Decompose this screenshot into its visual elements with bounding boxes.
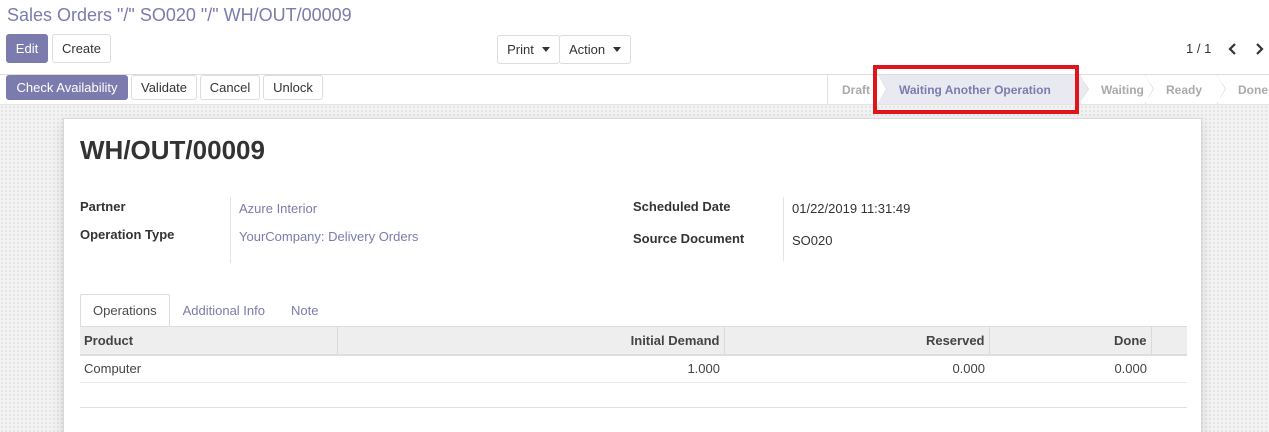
edit-button[interactable]: Edit <box>6 34 48 63</box>
record-title: WH/OUT/00009 <box>80 135 265 165</box>
caret-down-icon <box>613 47 622 52</box>
scheduled-date-value: 01/22/2019 11:31:49 <box>792 201 911 216</box>
tab-note[interactable]: Note <box>278 294 331 327</box>
source-document-label: Source Document <box>633 231 745 246</box>
stage-label: Waiting Another Operation <box>899 82 1051 97</box>
notebook-tabs: Operations Additional Info Note <box>80 294 331 327</box>
pager-next-button[interactable] <box>1251 38 1267 60</box>
stage-label: Waiting <box>1101 82 1144 97</box>
pager-value[interactable]: 1 / 1 <box>1186 41 1211 56</box>
column-header-done[interactable]: Done <box>988 327 1151 356</box>
action-label: Action <box>568 42 606 57</box>
stage-label: Done <box>1238 82 1268 97</box>
action-dropdown[interactable]: Action <box>559 35 631 64</box>
column-header-reserved[interactable]: Reserved <box>723 327 989 356</box>
column-header-spacer <box>1150 327 1187 356</box>
print-label: Print <box>507 42 534 57</box>
scheduled-date-label: Scheduled Date <box>633 199 731 214</box>
cell-initial-demand: 1.000 <box>337 355 724 383</box>
stage-draft: Draft <box>827 75 887 104</box>
pager-previous-button[interactable] <box>1225 38 1241 60</box>
table-row[interactable]: Computer 1.000 0.000 0.000 <box>80 355 1187 383</box>
create-button[interactable]: Create <box>52 34 111 63</box>
check-availability-button[interactable]: Check Availability <box>6 75 128 100</box>
stage-waiting: Waiting <box>1080 75 1154 104</box>
caret-down-icon <box>541 47 550 52</box>
stage-waiting-another-operation: Waiting Another Operation <box>878 75 1089 104</box>
cell-spacer <box>1151 355 1187 383</box>
column-header-product[interactable]: Product <box>80 327 337 356</box>
field-divider <box>783 197 784 261</box>
cancel-button[interactable]: Cancel <box>200 75 260 100</box>
table-header-row: Product Initial Demand Reserved Done <box>80 327 1187 356</box>
tab-additional-info[interactable]: Additional Info <box>170 294 278 327</box>
tab-operations[interactable]: Operations <box>80 294 170 327</box>
operations-table: Product Initial Demand Reserved Done Com… <box>80 327 1187 383</box>
unlock-button[interactable]: Unlock <box>263 75 323 100</box>
stage-ready: Ready <box>1145 75 1226 104</box>
chevron-left-icon <box>1228 43 1236 55</box>
operation-type-label: Operation Type <box>80 227 175 242</box>
source-document-value: SO020 <box>792 233 833 248</box>
partner-label: Partner <box>80 199 126 214</box>
chevron-right-icon <box>1256 43 1264 55</box>
cell-product: Computer <box>80 355 337 383</box>
field-divider <box>230 197 231 263</box>
column-header-initial-demand[interactable]: Initial Demand <box>336 327 724 356</box>
cell-done: 0.000 <box>989 355 1151 383</box>
stage-label: Draft <box>842 82 871 97</box>
table-footer-divider <box>80 407 1187 408</box>
breadcrumb[interactable]: Sales Orders "/" SO020 "/" WH/OUT/00009 <box>7 5 352 26</box>
cell-reserved: 0.000 <box>724 355 989 383</box>
form-sheet: WH/OUT/00009 Partner Azure Interior Oper… <box>63 118 1202 432</box>
operation-type-value[interactable]: YourCompany: Delivery Orders <box>239 229 418 244</box>
print-dropdown[interactable]: Print <box>497 35 560 64</box>
stage-label: Ready <box>1166 82 1203 97</box>
status-bar: Draft Waiting Another Operation Waiting … <box>827 75 1269 104</box>
validate-button[interactable]: Validate <box>131 75 197 100</box>
partner-value[interactable]: Azure Interior <box>239 201 317 216</box>
